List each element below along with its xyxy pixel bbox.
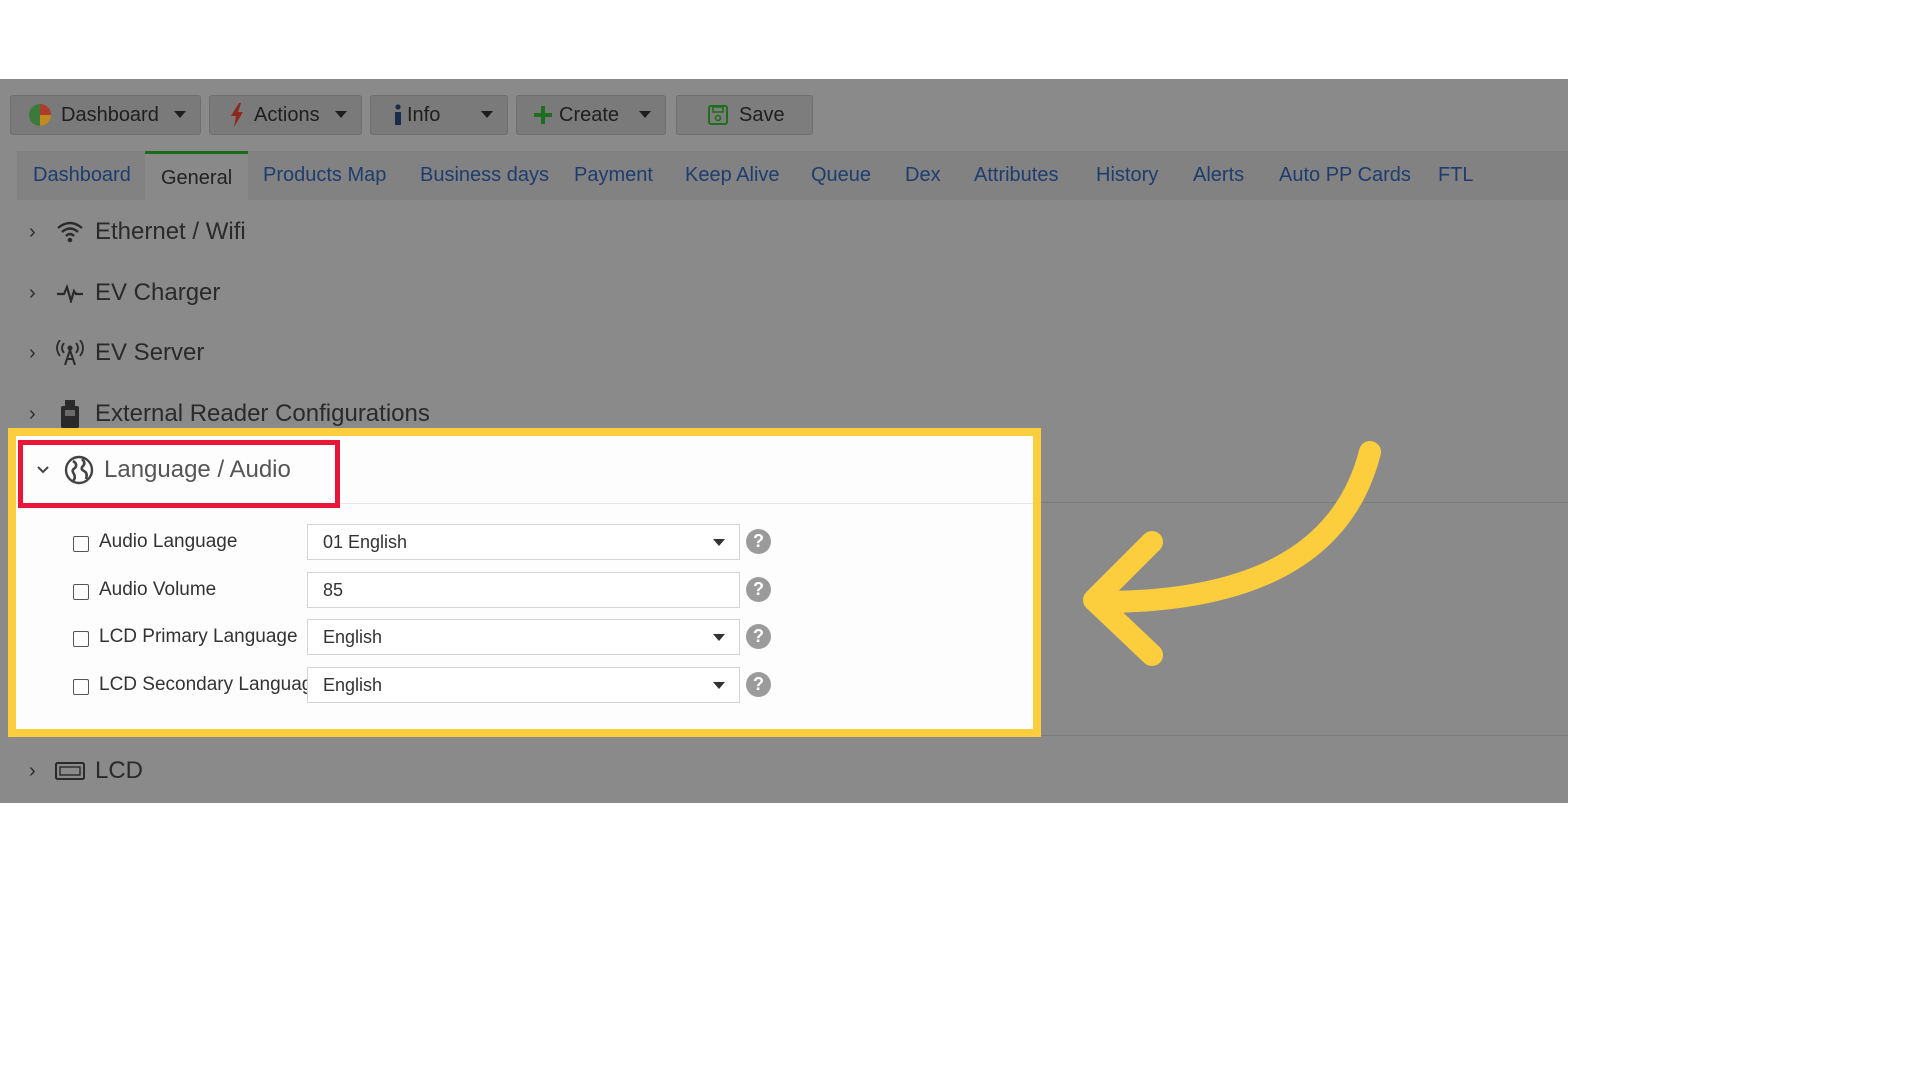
audio-language-label: Audio Language (99, 531, 238, 552)
language-audio-header-highlight (18, 440, 340, 508)
tab-payment[interactable]: Payment (574, 151, 653, 200)
dashboard-menu-label: Dashboard (61, 103, 159, 126)
save-button[interactable]: Save (676, 95, 813, 135)
actions-menu-label: Actions (254, 103, 320, 126)
help-icon[interactable]: ? (746, 577, 771, 602)
help-icon[interactable]: ? (746, 672, 771, 697)
pulse-icon (55, 278, 85, 308)
audio-volume-input[interactable]: 85 (307, 572, 740, 608)
audio-language-row: Audio Language 01 English ? (16, 524, 1033, 560)
tab-ftl[interactable]: FTL (1438, 151, 1474, 200)
tab-bar: Dashboard General Products Map Business … (17, 151, 1568, 200)
info-menu-label: Info (407, 103, 441, 126)
chevron-right-icon: › (29, 341, 36, 364)
usb-reader-icon (55, 399, 85, 429)
floppy-disk-icon (707, 102, 729, 128)
audio-volume-value: 85 (323, 580, 344, 600)
chevron-down-icon (174, 111, 186, 118)
audio-volume-checkbox[interactable] (73, 584, 89, 600)
help-icon[interactable]: ? (746, 529, 771, 554)
lcd-secondary-language-checkbox[interactable] (73, 679, 89, 695)
tab-dashboard[interactable]: Dashboard (33, 151, 131, 200)
chevron-right-icon: › (29, 759, 36, 782)
tab-keep-alive[interactable]: Keep Alive (685, 151, 780, 200)
plus-icon (533, 102, 553, 128)
section-label: LCD (95, 757, 144, 784)
section-ev-charger[interactable]: › EV Charger (17, 267, 1568, 319)
create-menu-label: Create (559, 103, 620, 126)
tab-queue[interactable]: Queue (811, 151, 871, 200)
tab-attributes[interactable]: Attributes (974, 151, 1058, 200)
section-lcd[interactable]: › LCD (17, 745, 1568, 797)
chevron-right-icon: › (29, 220, 36, 243)
antenna-icon (55, 338, 85, 368)
chevron-right-icon: › (29, 281, 36, 304)
chevron-down-icon (639, 111, 651, 118)
lcd-primary-language-label: LCD Primary Language (99, 626, 298, 647)
lightning-icon (224, 102, 250, 128)
audio-language-select[interactable]: 01 English (307, 524, 740, 560)
audio-language-value: 01 English (323, 532, 408, 552)
lcd-primary-language-row: LCD Primary Language English ? (16, 619, 1033, 655)
help-icon[interactable]: ? (746, 624, 771, 649)
section-label: External Reader Configurations (95, 400, 430, 427)
tab-history[interactable]: History (1096, 151, 1158, 200)
section-label: Ethernet / Wifi (95, 218, 246, 245)
save-button-label: Save (739, 103, 785, 126)
section-label: EV Server (95, 339, 205, 366)
tab-alerts[interactable]: Alerts (1193, 151, 1244, 200)
chevron-down-icon (481, 111, 493, 118)
wifi-icon (55, 217, 85, 247)
tab-auto-pp-cards[interactable]: Auto PP Cards (1279, 151, 1411, 200)
lcd-secondary-language-row: LCD Secondary Language English ? (16, 667, 1033, 703)
chevron-right-icon: › (29, 402, 36, 425)
lcd-secondary-language-value: English (323, 675, 383, 695)
tab-business-days[interactable]: Business days (420, 151, 549, 200)
chevron-down-icon (713, 539, 725, 546)
curved-arrow-annotation (1083, 441, 1381, 666)
actions-menu-button[interactable]: Actions (209, 95, 362, 135)
lcd-secondary-language-select[interactable]: English (307, 667, 740, 703)
lcd-primary-language-value: English (323, 627, 383, 647)
chevron-down-icon (713, 682, 725, 689)
section-label: EV Charger (95, 279, 221, 306)
create-menu-button[interactable]: Create (516, 95, 666, 135)
section-ethernet-wifi[interactable]: › Ethernet / Wifi (17, 206, 1568, 258)
audio-volume-row: Audio Volume 85 ? (16, 572, 1033, 608)
info-menu-button[interactable]: Info (370, 95, 508, 135)
lcd-secondary-language-label: LCD Secondary Language (99, 674, 323, 695)
dashboard-menu-button[interactable]: Dashboard (10, 95, 201, 135)
info-icon (391, 102, 405, 128)
tab-dex[interactable]: Dex (905, 151, 941, 200)
chevron-down-icon (713, 634, 725, 641)
lcd-icon (55, 756, 85, 786)
audio-volume-label: Audio Volume (99, 579, 217, 600)
pie-chart-icon (27, 102, 53, 128)
lcd-primary-language-checkbox[interactable] (73, 631, 89, 647)
lcd-primary-language-select[interactable]: English (307, 619, 740, 655)
section-ev-server[interactable]: › EV Server (17, 327, 1568, 379)
tab-products-map[interactable]: Products Map (263, 151, 386, 200)
audio-language-checkbox[interactable] (73, 536, 89, 552)
chevron-down-icon (335, 111, 347, 118)
tab-general[interactable]: General (145, 151, 249, 200)
